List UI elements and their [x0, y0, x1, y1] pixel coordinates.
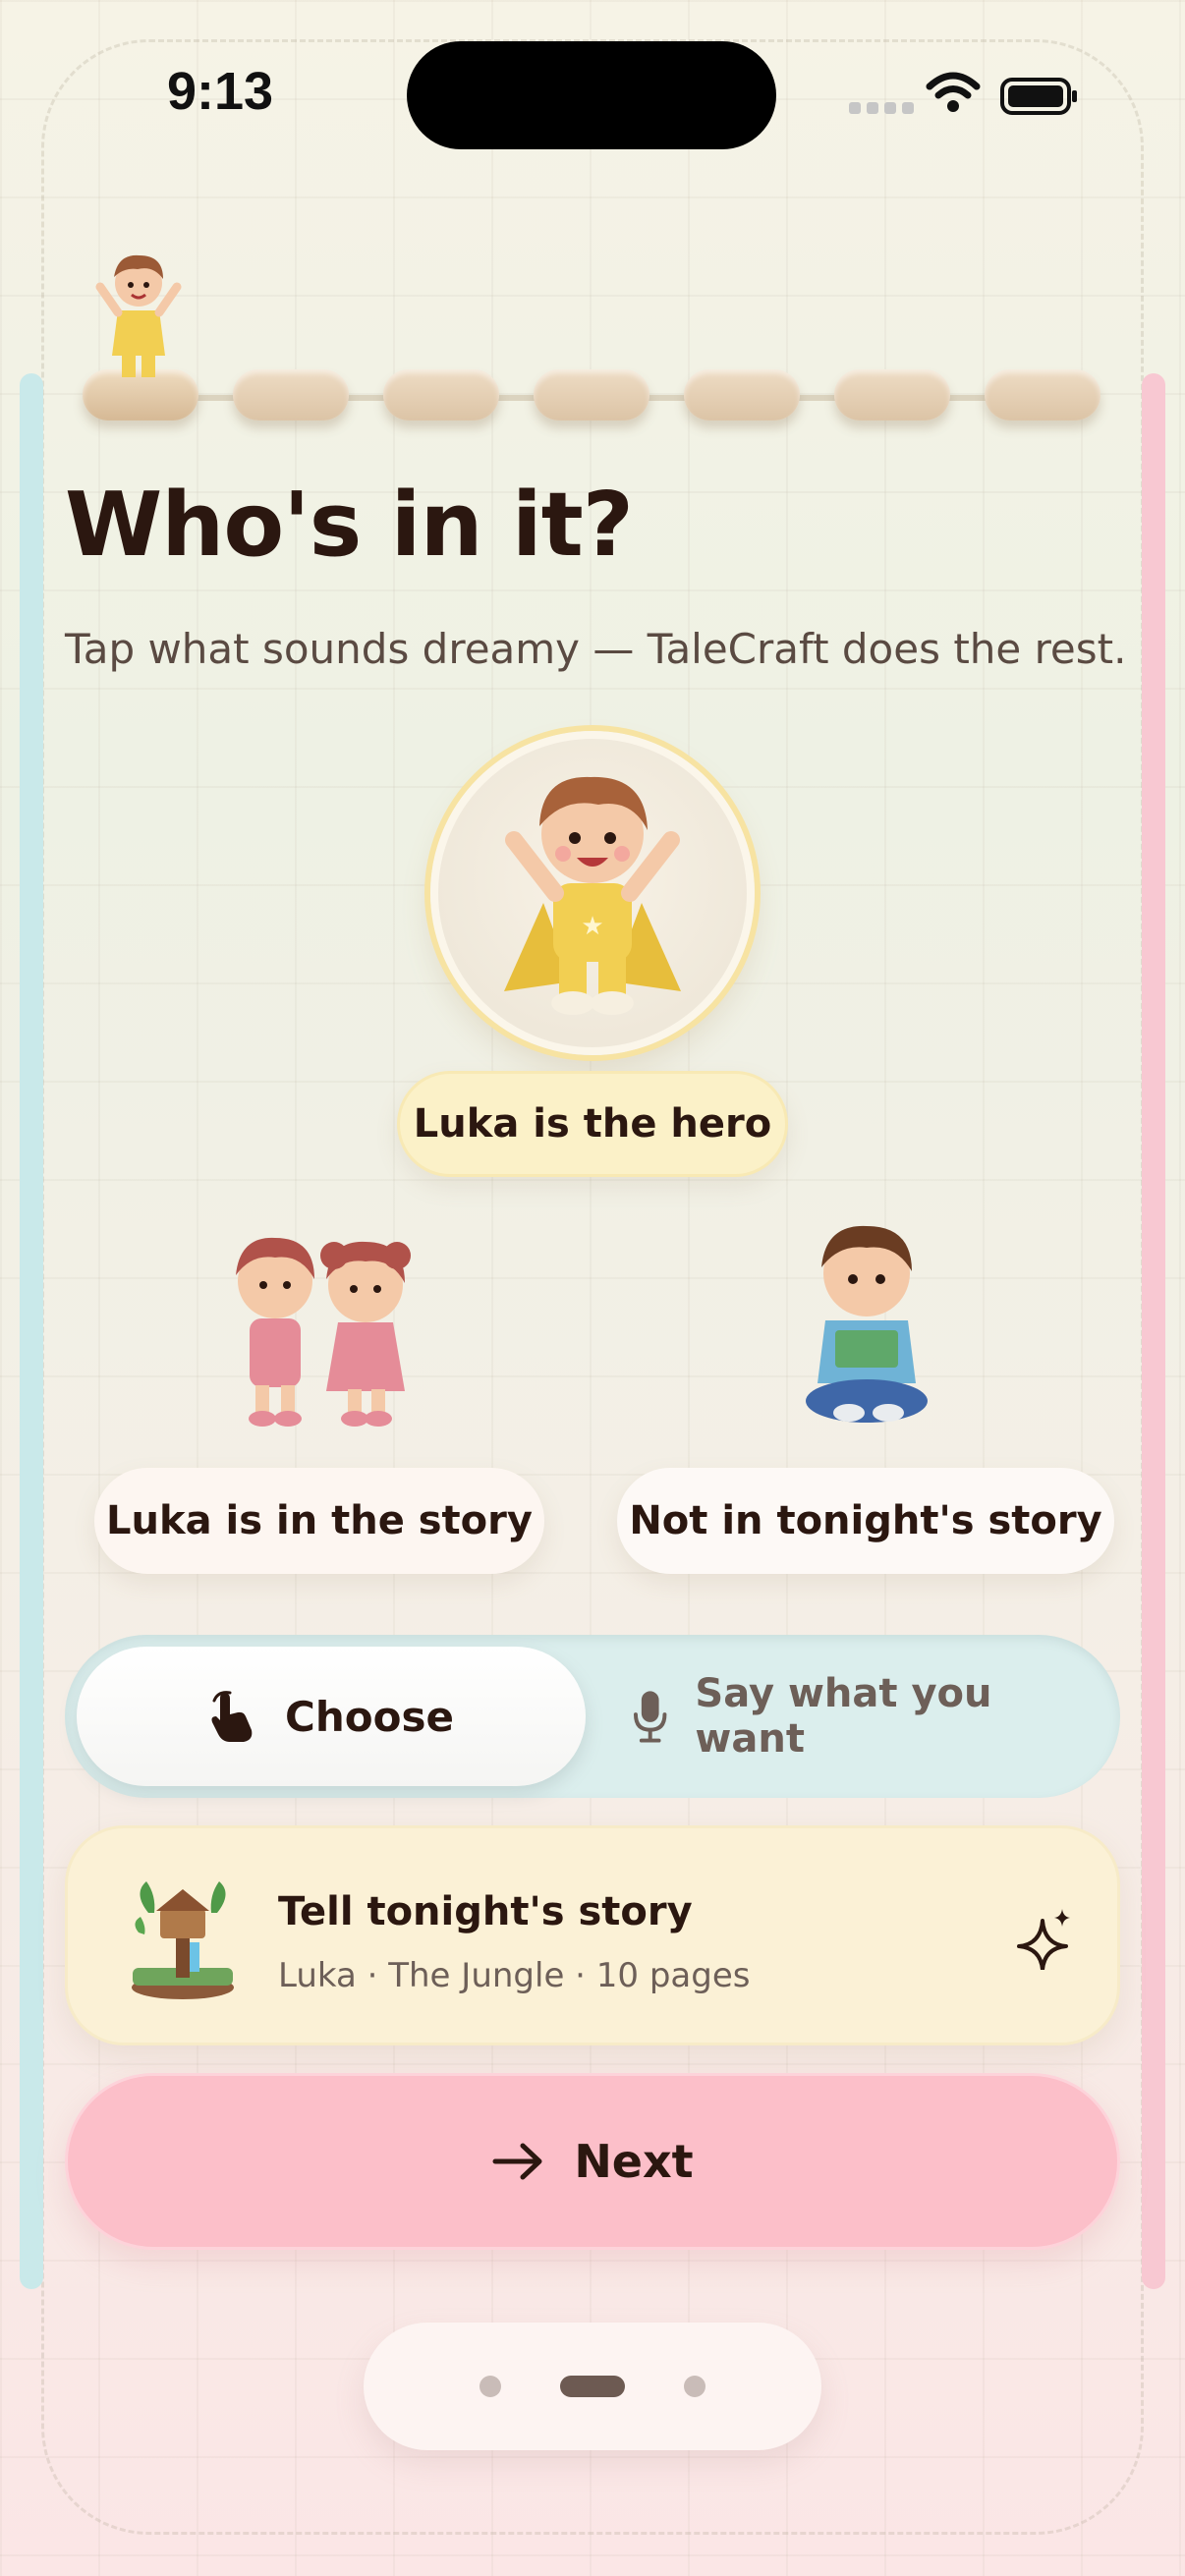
signal-icon [849, 102, 914, 114]
tell-story-card[interactable]: Tell tonight's story Luka · The Jungle ·… [65, 1825, 1120, 2045]
progress-step [985, 369, 1100, 420]
next-button-label: Next [574, 2135, 694, 2188]
progress-step [383, 369, 499, 420]
choose-mode-label: Choose [285, 1692, 454, 1741]
next-button[interactable]: Next [65, 2073, 1120, 2250]
sparkle-icon [1017, 1909, 1070, 1970]
progress-path [83, 369, 1104, 424]
left-accent-rail [20, 373, 43, 2289]
progress-avatar-luka [95, 254, 182, 377]
in-story-choice-pill[interactable]: Luka is in the story [94, 1468, 544, 1574]
jungle-treehouse-thumbnail [132, 1881, 234, 1999]
status-time: 9:13 [167, 62, 274, 121]
arrow-right-icon [492, 2143, 542, 2180]
tap-hand-icon [211, 1691, 253, 1742]
choose-mode-button[interactable]: Choose [77, 1647, 586, 1786]
progress-step [233, 369, 349, 420]
svg-text:★: ★ [581, 912, 603, 941]
page-indicator [364, 2323, 821, 2450]
not-in-story-choice-pill[interactable]: Not in tonight's story [617, 1468, 1114, 1574]
page-subtitle: Tap what sounds dreamy — TaleCraft does … [65, 625, 1127, 673]
page-dot[interactable] [480, 2376, 501, 2397]
input-mode-toggle: Choose Say what you want [65, 1635, 1120, 1798]
wifi-icon [926, 72, 981, 112]
dynamic-island [407, 41, 776, 149]
page-title: Who's in it? [65, 474, 634, 577]
microphone-icon [633, 1691, 667, 1743]
page-dot[interactable] [684, 2376, 705, 2397]
story-card-title: Tell tonight's story [278, 1889, 693, 1934]
not-in-story-character-illustration [806, 1225, 928, 1423]
hero-character-illustration: ★ [504, 776, 681, 1015]
voice-mode-button[interactable]: Say what you want [633, 1647, 1108, 1786]
hero-choice-pill[interactable]: Luka is the hero [397, 1071, 788, 1177]
progress-step [534, 369, 649, 420]
progress-step [834, 369, 950, 420]
right-accent-rail [1142, 373, 1165, 2289]
battery-icon [1000, 78, 1077, 115]
in-story-characters-illustration [236, 1237, 411, 1427]
hero-avatar-button[interactable]: ★ [430, 731, 755, 1055]
story-card-meta: Luka · The Jungle · 10 pages [278, 1956, 751, 1995]
page-dot-active[interactable] [560, 2376, 625, 2397]
progress-step [684, 369, 800, 420]
voice-mode-label: Say what you want [695, 1671, 992, 1762]
